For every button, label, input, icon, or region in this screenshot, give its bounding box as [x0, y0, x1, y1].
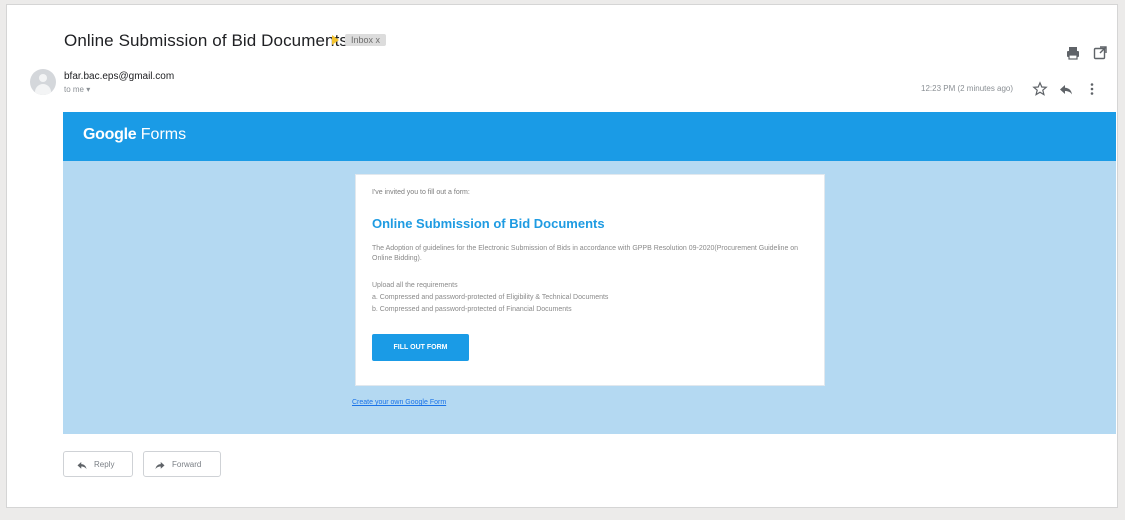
reply-icon: [77, 462, 87, 470]
google-forms-logo: Google Forms: [83, 126, 186, 144]
sender-email[interactable]: bfar.bac.eps@gmail.com: [64, 71, 174, 82]
requirement-item: b. Compressed and password-protected of …: [372, 306, 572, 313]
form-card: I've invited you to fill out a form: Onl…: [355, 174, 825, 386]
email-view: Online Submission of Bid Documents Inbox…: [6, 4, 1118, 508]
important-marker-icon[interactable]: [332, 35, 339, 45]
recipient-label: to me: [64, 85, 85, 94]
star-icon[interactable]: [1032, 81, 1048, 97]
fill-out-form-button[interactable]: FILL OUT FORM: [372, 334, 469, 361]
form-invitation-panel: I've invited you to fill out a form: Onl…: [63, 161, 1116, 434]
recipient-details[interactable]: to me ▾: [64, 85, 90, 94]
forward-icon: [155, 462, 165, 470]
requirement-item: a. Compressed and password-protected of …: [372, 294, 609, 301]
form-description: The Adoption of guidelines for the Elect…: [372, 245, 799, 262]
invite-text: I've invited you to fill out a form:: [372, 189, 470, 196]
email-subject: Online Submission of Bid Documents: [64, 31, 349, 50]
more-vert-icon[interactable]: [1084, 81, 1100, 97]
printer-icon[interactable]: [1065, 45, 1081, 61]
form-title[interactable]: Online Submission of Bid Documents: [372, 216, 605, 231]
create-google-form-link[interactable]: Create your own Google Form: [352, 399, 446, 406]
requirements-heading: Upload all the requirements: [372, 282, 458, 289]
forward-button-label: Forward: [172, 460, 202, 469]
brand-google: Google: [83, 126, 137, 143]
inbox-label-chip[interactable]: Inbox x: [345, 34, 387, 46]
forward-button[interactable]: Forward: [143, 451, 221, 477]
reply-icon[interactable]: [1058, 81, 1074, 97]
brand-forms: Forms: [140, 126, 187, 143]
google-forms-banner: Google Forms: [63, 112, 1116, 161]
open-in-new-window-icon[interactable]: [1092, 45, 1108, 61]
sender-avatar: [30, 69, 56, 95]
reply-button-label: Reply: [94, 460, 115, 469]
reply-button[interactable]: Reply: [63, 451, 133, 477]
email-timestamp: 12:23 PM (2 minutes ago): [921, 84, 1014, 93]
